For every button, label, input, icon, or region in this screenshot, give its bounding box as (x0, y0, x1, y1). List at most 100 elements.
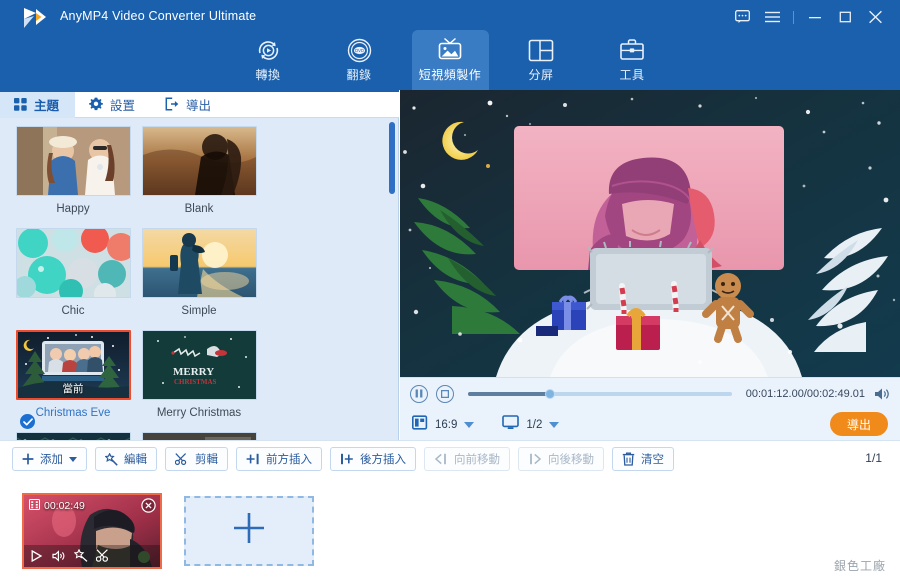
insert-before-button[interactable]: 前方插入 (236, 447, 322, 471)
nav-item-toolbox[interactable]: 工具 (594, 30, 671, 90)
theme-item[interactable]: MERRY CHRISTMAS Merry Christmas (136, 330, 262, 432)
button-label: 添加 (40, 454, 63, 466)
add-button[interactable]: 添加 (12, 447, 87, 471)
nav-item-rip[interactable]: DVD 翻錄 (321, 30, 398, 90)
chevron-down-icon[interactable] (464, 422, 475, 428)
move-left-icon (434, 453, 448, 465)
nav-item-mv[interactable]: 短視頻製作 (411, 30, 489, 90)
tab-label: 主題 (34, 98, 60, 113)
theme-thumbnail[interactable] (141, 126, 257, 196)
nav-label: 工具 (619, 68, 645, 82)
theme-label: Happy (56, 203, 90, 215)
add-clip-slot[interactable] (184, 495, 314, 566)
close-icon[interactable] (860, 4, 890, 30)
theme-scroll-area[interactable]: Happy Blank Chic Simple 當前 Christmas Eve… (0, 118, 399, 440)
playback-row: 00:01:12.00/00:02:49.01 (400, 378, 900, 409)
speaker-icon[interactable] (874, 387, 890, 401)
edit-button[interactable]: 編輯 (95, 447, 157, 471)
convert-refresh-play-icon (255, 37, 282, 63)
move-backward-button[interactable]: 向前移動 (424, 447, 510, 471)
pause-button[interactable] (410, 384, 428, 403)
move-forward-button[interactable]: 向後移動 (518, 447, 604, 471)
play-icon[interactable] (31, 549, 44, 562)
theme-item-selected[interactable]: 當前 Christmas Eve (10, 330, 136, 432)
brand-row: AnyMP4 Video Converter Ultimate (0, 0, 900, 34)
clip-toolbar: 添加 編輯 剪輯 前方插入 後方插入 向前移動 向後移動 清空 1/1 (0, 440, 900, 477)
button-label: 編輯 (124, 454, 147, 466)
theme-item[interactable]: Chic (10, 228, 136, 330)
theme-thumbnail[interactable] (15, 228, 131, 298)
theme-label: Chic (61, 305, 85, 317)
aspect-ratio-select[interactable]: 16:9 (412, 415, 475, 435)
nav-item-convert[interactable]: 轉換 (230, 30, 307, 90)
clip-timeline: 00:02:49 (0, 477, 900, 584)
panel-tab-bar: 主題 設置 導出 (0, 90, 399, 118)
hamburger-menu-icon[interactable] (757, 4, 787, 30)
video-preview[interactable] (400, 90, 900, 377)
stop-button[interactable] (436, 384, 454, 403)
theme-thumbnail[interactable] (141, 432, 257, 440)
page-total: 1 (875, 451, 882, 465)
trim-button[interactable]: 剪輯 (165, 447, 228, 471)
theme-item[interactable]: Santa Claus (10, 432, 136, 440)
preview-settings-row: 16:9 1/2 導出 (400, 409, 900, 441)
time-display: 00:01:12.00/00:02:49.01 (745, 387, 865, 400)
preview-scale-value: 1/2 (526, 419, 543, 431)
plus-icon (22, 453, 34, 465)
timeline-clip[interactable]: 00:02:49 (22, 492, 162, 569)
theme-item[interactable]: Simple (136, 228, 262, 330)
clip-duration-text: 00:02:49 (44, 499, 85, 512)
theme-thumbnail[interactable]: 當前 (15, 330, 131, 400)
nav-label: 轉換 (255, 68, 281, 82)
theme-thumbnail[interactable]: MERRY CHRISTMAS (141, 330, 257, 400)
scissors-icon[interactable] (96, 549, 110, 562)
maximize-icon[interactable] (830, 4, 860, 30)
button-label: 後方插入 (360, 454, 406, 466)
theme-label: Blank (184, 203, 214, 215)
monitor-icon (502, 415, 520, 435)
chevron-down-icon[interactable] (69, 456, 77, 462)
nav-item-collage[interactable]: 分屏 (503, 30, 580, 90)
preview-scale-select[interactable]: 1/2 (502, 415, 560, 435)
tab-theme[interactable]: 主題 (0, 90, 76, 118)
aspect-ratio-value: 16:9 (435, 419, 458, 431)
theme-thumbnail[interactable] (141, 228, 257, 298)
seek-slider[interactable] (468, 388, 732, 399)
theme-scrollbar-thumb[interactable] (389, 122, 395, 194)
theme-item[interactable]: Blank (136, 126, 262, 228)
title-bar: AnyMP4 Video Converter Ultimate 轉換 DVD 翻… (0, 0, 900, 90)
button-label: 向前移動 (454, 454, 500, 466)
page-current: 1 (865, 451, 872, 465)
export-button[interactable]: 導出 (830, 412, 888, 436)
nav-label: 短視頻製作 (418, 68, 482, 82)
nav-label: 分屏 (528, 68, 554, 82)
divider (793, 10, 794, 24)
magic-wand-icon (105, 452, 118, 466)
mv-tv-picture-icon (436, 37, 464, 63)
theme-item[interactable]: Happy (10, 126, 136, 228)
theme-scrollbar-track[interactable] (389, 120, 397, 438)
insert-after-button[interactable]: 後方插入 (330, 447, 416, 471)
button-label: 剪輯 (195, 454, 218, 466)
tab-export[interactable]: 導出 (151, 90, 227, 118)
clear-all-button[interactable]: 清空 (612, 447, 674, 471)
volume-icon[interactable] (52, 549, 66, 562)
close-circle-icon[interactable] (141, 497, 156, 513)
chat-bubble-icon[interactable] (727, 4, 757, 30)
plus-icon (232, 511, 266, 550)
seek-handle[interactable] (544, 388, 555, 399)
theme-thumbnail[interactable] (15, 126, 131, 196)
theme-panel: 主題 設置 導出 Happy Blank Chic Simple 當前 Chri… (0, 90, 399, 440)
minimize-icon[interactable] (800, 4, 830, 30)
button-label: 清空 (641, 454, 664, 466)
toolbox-icon (619, 37, 645, 63)
preview-frame (400, 90, 900, 377)
four-squares-icon (14, 97, 27, 111)
magic-wand-icon[interactable] (74, 549, 88, 562)
theme-item[interactable]: Modern Life (136, 432, 262, 440)
theme-thumbnail[interactable] (15, 432, 131, 440)
theme-label: Merry Christmas (156, 407, 242, 419)
tab-settings[interactable]: 設置 (75, 90, 151, 118)
chevron-down-icon[interactable] (549, 422, 560, 428)
aspect-ratio-icon (412, 415, 428, 435)
